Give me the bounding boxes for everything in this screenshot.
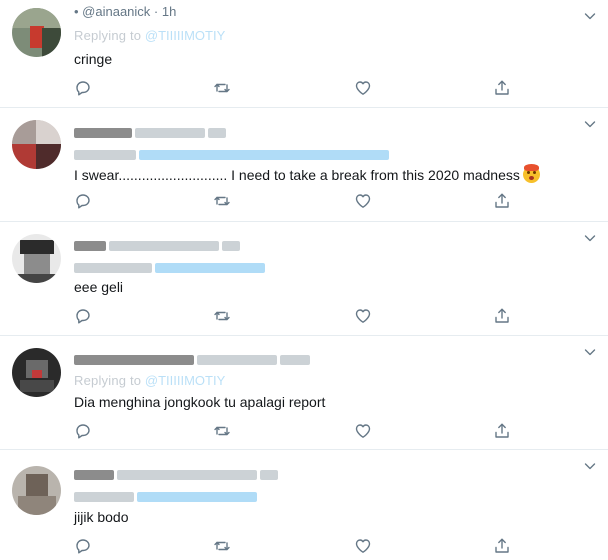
chevron-down-icon bbox=[584, 121, 596, 128]
share-button[interactable] bbox=[493, 537, 513, 557]
retweet-button[interactable] bbox=[213, 537, 233, 557]
replying-handle[interactable]: @TIIIIIMOTIY bbox=[145, 373, 225, 388]
like-icon bbox=[355, 309, 371, 323]
reply-icon bbox=[76, 194, 90, 209]
tweet[interactable]: Replying to @TIIIIIMOTIY Dia menghina jo… bbox=[0, 336, 608, 450]
share-icon bbox=[495, 80, 509, 95]
reply-button[interactable] bbox=[74, 537, 94, 557]
retweet-button[interactable] bbox=[213, 307, 233, 327]
like-button[interactable] bbox=[354, 537, 374, 557]
share-button[interactable] bbox=[493, 307, 513, 327]
retweet-icon bbox=[214, 426, 230, 436]
share-button[interactable] bbox=[493, 79, 513, 99]
replying-handle[interactable]: @TIIIIIMOTIY bbox=[145, 28, 225, 43]
avatar[interactable] bbox=[12, 348, 61, 397]
reply-feed: • @ainaanick · 1h Replying to @TIIIIIMOT… bbox=[0, 0, 608, 554]
tweet-author-line[interactable]: • @ainaanick · 1h bbox=[74, 4, 176, 19]
reply-button[interactable] bbox=[74, 307, 94, 327]
replying-to: Replying to @TIIIIIMOTIY bbox=[74, 373, 225, 388]
retweet-button[interactable] bbox=[213, 192, 233, 212]
like-icon bbox=[355, 539, 371, 553]
avatar[interactable] bbox=[12, 234, 61, 283]
reply-button[interactable] bbox=[74, 192, 94, 212]
tweet-text: Dia menghina jongkook tu apalagi report bbox=[74, 394, 326, 410]
tweet[interactable]: eee geli bbox=[0, 222, 608, 336]
avatar[interactable] bbox=[12, 466, 61, 515]
retweet-icon bbox=[214, 83, 230, 93]
share-button[interactable] bbox=[493, 422, 513, 442]
tweet-text: cringe bbox=[74, 51, 113, 67]
replying-to bbox=[74, 488, 260, 502]
tweet[interactable]: I swear............................ I ne… bbox=[0, 108, 608, 222]
share-icon bbox=[495, 193, 509, 208]
like-button[interactable] bbox=[354, 422, 374, 442]
reply-button[interactable] bbox=[74, 79, 94, 99]
tweet-author-line[interactable] bbox=[74, 124, 229, 138]
tweet-text: jijik bodo bbox=[74, 509, 129, 525]
reply-icon bbox=[76, 81, 90, 96]
tweet[interactable]: • @ainaanick · 1h Replying to @TIIIIIMOT… bbox=[0, 0, 608, 108]
replying-label: Replying to bbox=[74, 373, 142, 388]
more-options-button[interactable] bbox=[582, 8, 598, 24]
more-options-button[interactable] bbox=[582, 344, 598, 360]
share-icon bbox=[495, 308, 509, 323]
more-options-button[interactable] bbox=[582, 116, 598, 132]
chevron-down-icon bbox=[584, 349, 596, 356]
retweet-button[interactable] bbox=[213, 422, 233, 442]
tweet-author-line[interactable] bbox=[74, 237, 243, 251]
tweet-actions bbox=[74, 79, 544, 99]
replying-label: Replying to bbox=[74, 28, 142, 43]
tweet[interactable]: jijik bodo bbox=[0, 450, 608, 554]
like-icon bbox=[355, 194, 371, 208]
exploding-head-icon bbox=[522, 164, 540, 183]
share-icon bbox=[495, 423, 509, 438]
reply-icon bbox=[76, 539, 90, 554]
author-handle[interactable]: • @ainaanick · 1h bbox=[74, 4, 176, 19]
reply-button[interactable] bbox=[74, 422, 94, 442]
share-button[interactable] bbox=[493, 192, 513, 212]
replying-to: Replying to @TIIIIIMOTIY bbox=[74, 28, 225, 43]
retweet-icon bbox=[214, 541, 230, 551]
retweet-icon bbox=[214, 311, 230, 321]
like-button[interactable] bbox=[354, 192, 374, 212]
retweet-icon bbox=[214, 196, 230, 206]
tweet-author-line[interactable] bbox=[74, 466, 281, 480]
reply-icon bbox=[76, 424, 90, 439]
more-options-button[interactable] bbox=[582, 230, 598, 246]
share-icon bbox=[495, 538, 509, 553]
avatar[interactable] bbox=[12, 120, 61, 169]
retweet-button[interactable] bbox=[213, 79, 233, 99]
like-icon bbox=[355, 424, 371, 438]
like-icon bbox=[355, 81, 371, 95]
tweet-actions bbox=[74, 192, 544, 212]
chevron-down-icon bbox=[584, 13, 596, 20]
tweet-actions bbox=[74, 422, 544, 442]
reply-icon bbox=[76, 309, 90, 324]
like-button[interactable] bbox=[354, 79, 374, 99]
chevron-down-icon bbox=[584, 235, 596, 242]
tweet-text-content: I swear............................ I ne… bbox=[74, 167, 520, 183]
replying-to bbox=[74, 259, 268, 273]
tweet-text: eee geli bbox=[74, 279, 124, 295]
tweet-actions bbox=[74, 537, 544, 557]
tweet-text: I swear............................ I ne… bbox=[74, 164, 540, 183]
chevron-down-icon bbox=[584, 463, 596, 470]
avatar[interactable] bbox=[12, 8, 61, 57]
like-button[interactable] bbox=[354, 307, 374, 327]
tweet-author-line[interactable] bbox=[74, 351, 313, 365]
more-options-button[interactable] bbox=[582, 458, 598, 474]
replying-to bbox=[74, 146, 392, 160]
tweet-actions bbox=[74, 307, 544, 327]
